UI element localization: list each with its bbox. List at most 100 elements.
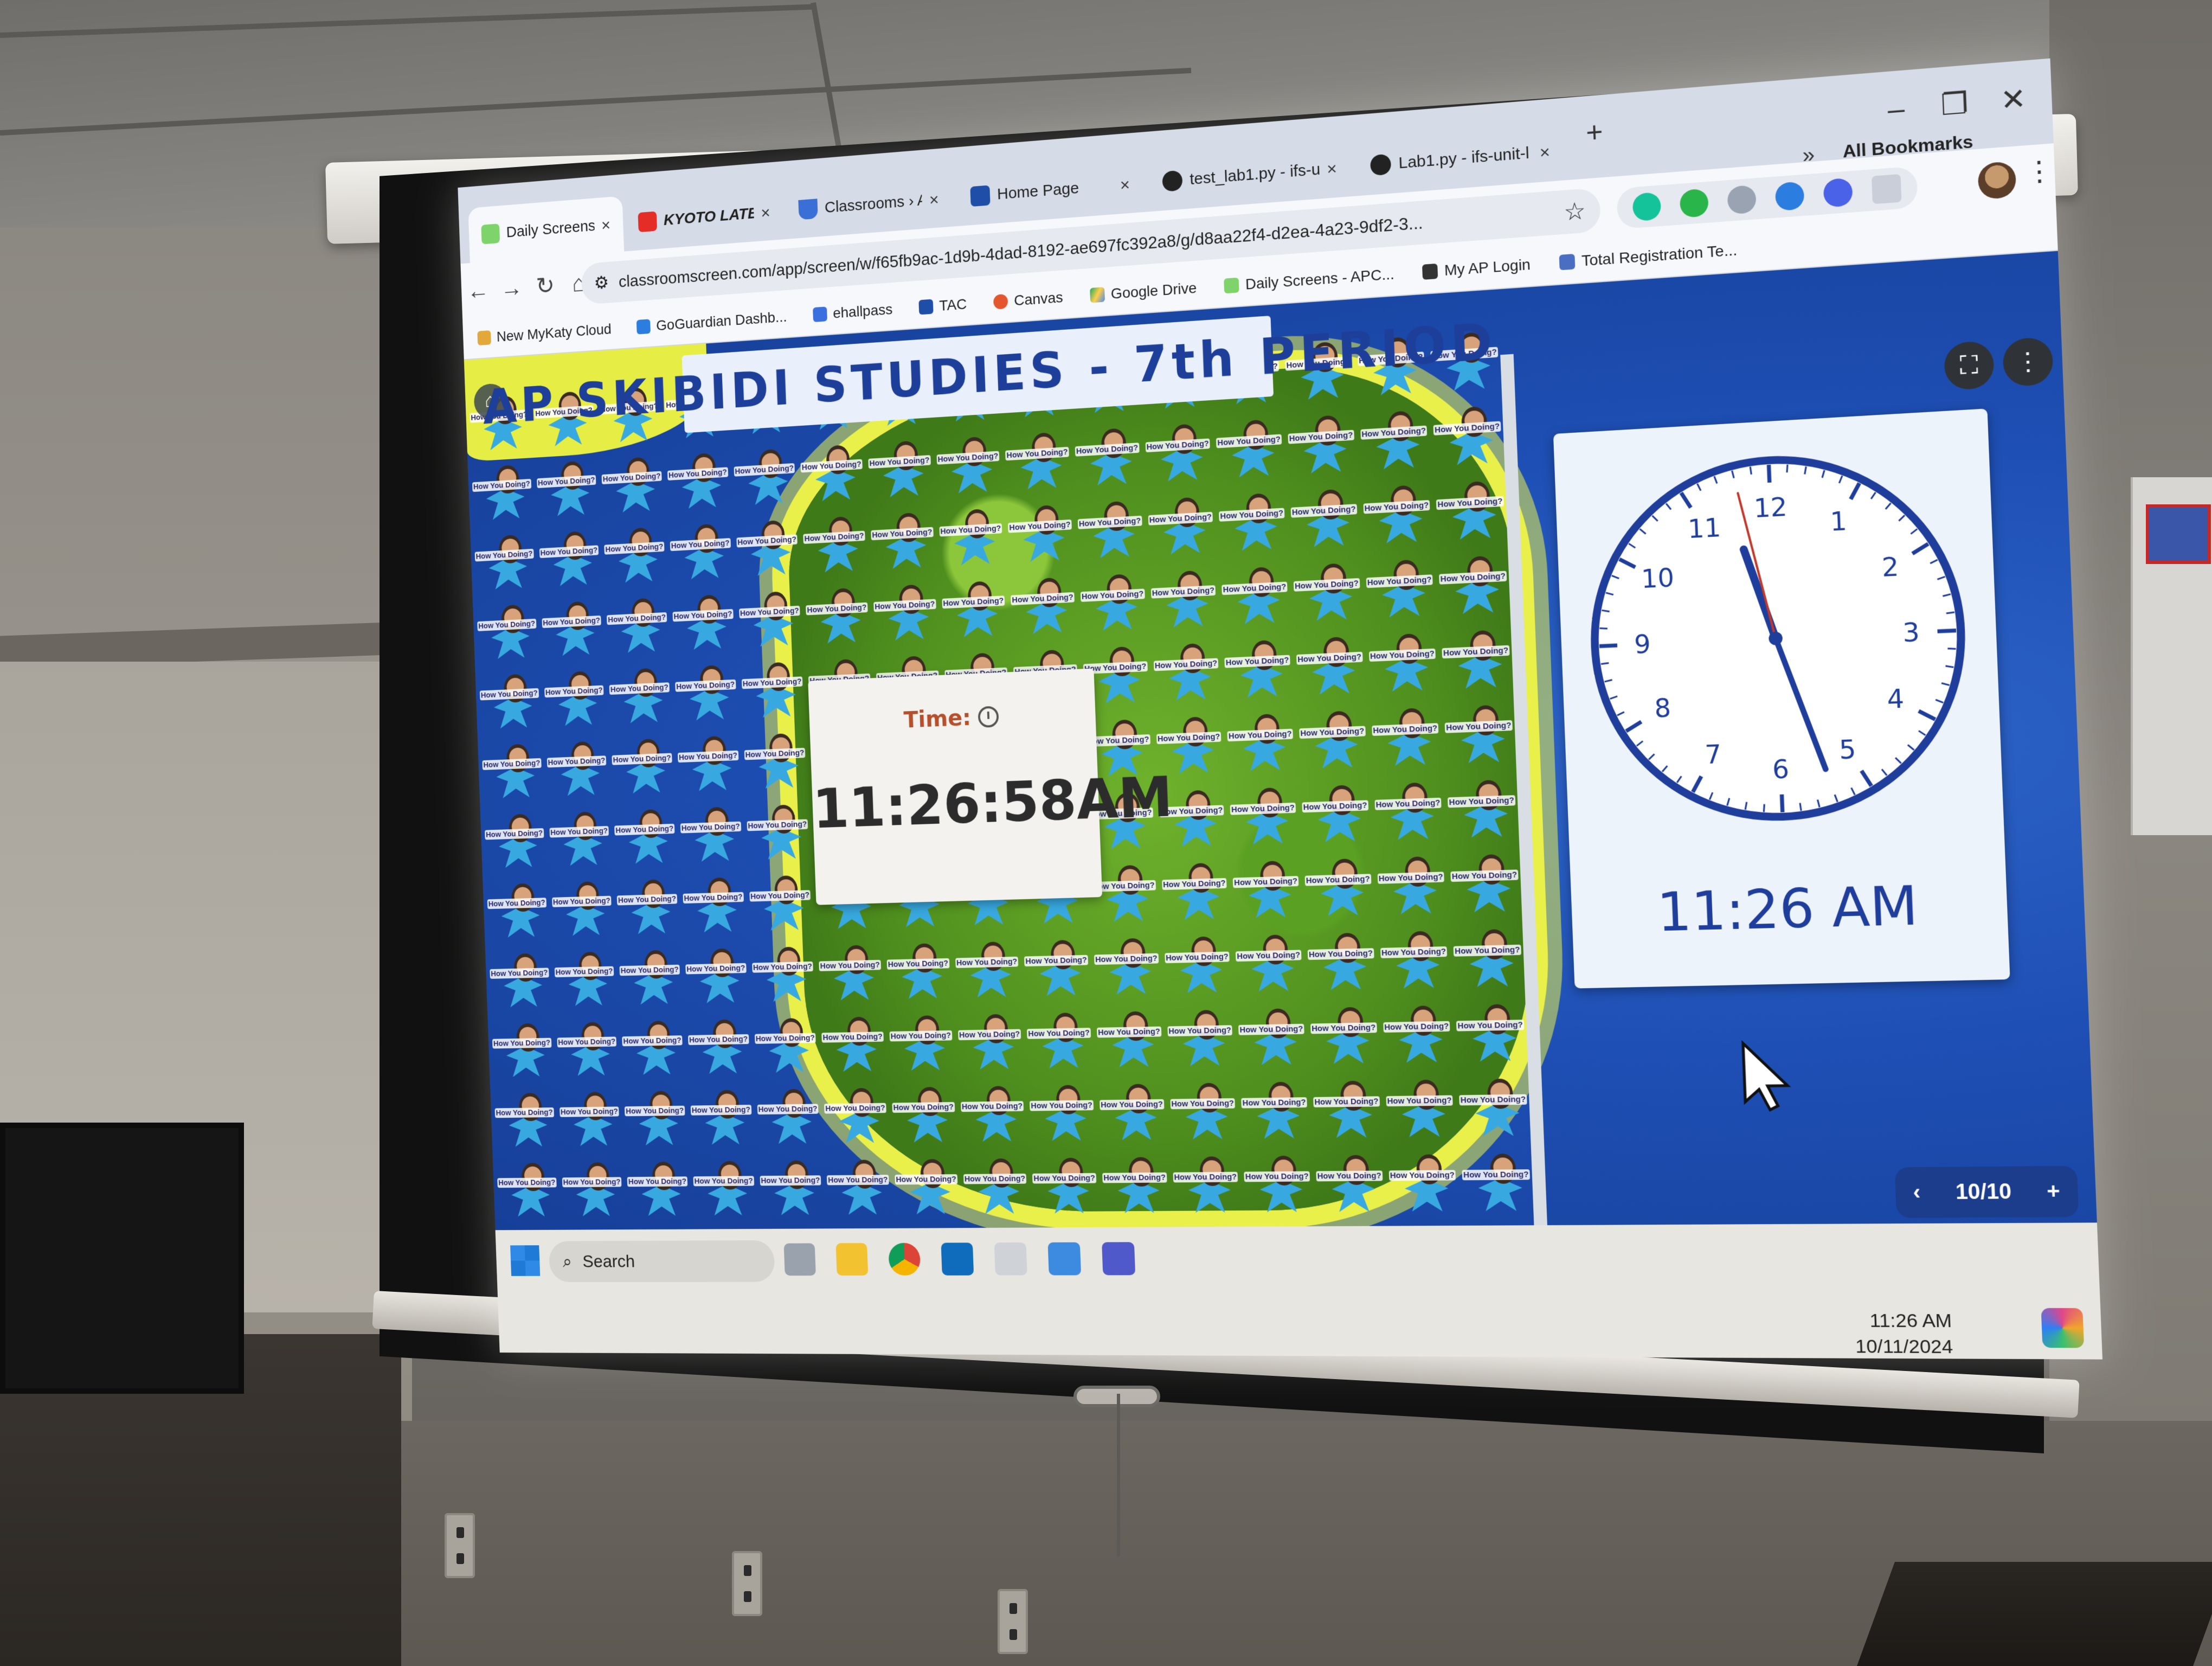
windows-start-icon[interactable] (510, 1245, 541, 1276)
sticker-face (581, 1022, 605, 1050)
puzzle-icon[interactable] (1871, 174, 1902, 204)
sticker-text: How You Doing? (734, 463, 795, 477)
system-clock[interactable]: 11:26 AM 10/11/2024 (1854, 1308, 1953, 1360)
task-view-icon[interactable] (783, 1243, 816, 1276)
clock-number: 2 (1881, 552, 1900, 583)
close-icon[interactable]: × (601, 215, 611, 235)
bookmark-daily-screens[interactable]: Daily Screens - APC... (1224, 266, 1394, 295)
sticker-text: How You Doing? (487, 898, 546, 909)
tac-icon (918, 299, 934, 315)
restore-button[interactable]: ❐ (1933, 86, 1976, 123)
sticker-face (697, 594, 722, 624)
sticker-face (634, 668, 658, 698)
sticker-face (506, 744, 530, 773)
sticker-body (1475, 1103, 1520, 1137)
outlook-icon[interactable] (941, 1242, 974, 1276)
sticker-text: How You Doing? (546, 755, 607, 768)
close-icon[interactable]: × (761, 203, 770, 223)
previous-screen-button[interactable]: ‹ (1913, 1181, 1921, 1205)
timer-icon[interactable] (978, 706, 999, 728)
total-registration-icon (1559, 253, 1576, 271)
how-you-doing-sticker: How You Doing? (682, 873, 748, 943)
clock-number: 8 (1654, 694, 1672, 724)
shield-icon[interactable] (1727, 184, 1757, 215)
taskbar-apps (783, 1242, 1136, 1276)
how-you-doing-sticker: How You Doing? (627, 1157, 692, 1225)
sticker-face (498, 534, 522, 564)
how-you-doing-sticker: How You Doing? (759, 1156, 826, 1225)
new-tab-button[interactable]: + (1574, 115, 1615, 151)
sticker-face (631, 598, 655, 627)
sticker-body (681, 476, 722, 509)
bookmark-star-icon[interactable]: ☆ (1563, 197, 1586, 227)
sticker-body (571, 1045, 610, 1076)
browser-menu-icon[interactable]: ⋮ (2024, 155, 2054, 188)
how-you-doing-sticker: How You Doing? (614, 804, 679, 874)
file-explorer-icon[interactable] (835, 1243, 869, 1276)
close-icon[interactable]: × (1120, 175, 1130, 195)
how-you-doing-sticker: How You Doing? (489, 949, 553, 1017)
sticker-body (697, 900, 738, 932)
forward-icon[interactable]: → (494, 273, 529, 303)
bookmark-mykaty[interactable]: New MyKaty Cloud (477, 321, 612, 346)
bookmark-canvas[interactable]: Canvas (993, 289, 1064, 311)
time-widget[interactable]: Time: 11:26:58AM (808, 668, 1174, 905)
sticker-text: How You Doing? (760, 1175, 821, 1186)
sticker-text: How You Doing? (625, 1105, 685, 1117)
folder-icon (477, 330, 491, 346)
sticker-face (511, 883, 535, 912)
bookmark-total-registration[interactable]: Total Registration Te... (1559, 241, 1738, 272)
sticker-face (504, 674, 527, 703)
bookmark-tac[interactable]: TAC (918, 296, 967, 316)
minimize-button[interactable]: – (1875, 91, 1917, 127)
sticker-body (553, 554, 593, 586)
sticker-face (692, 453, 716, 483)
close-icon[interactable]: × (1539, 142, 1551, 163)
close-icon[interactable]: × (1327, 158, 1338, 179)
thonny-icon[interactable] (994, 1242, 1027, 1276)
sparkle-icon[interactable] (1823, 177, 1853, 208)
chrome-icon[interactable] (888, 1242, 921, 1276)
goguardian-icon (636, 319, 651, 335)
how-you-doing-sticker: How You Doing? (549, 807, 613, 876)
classroomscreen-icon (1224, 277, 1239, 294)
shield-check-icon[interactable] (1679, 188, 1709, 219)
bookmark-google-drive[interactable]: Google Drive (1090, 279, 1197, 304)
clock-number: 4 (1886, 684, 1905, 715)
how-you-doing-sticker: How You Doing? (679, 802, 745, 872)
tab-label: Classrooms › Activ (824, 191, 923, 216)
how-you-doing-sticker: How You Doing? (611, 734, 676, 803)
poster-logo (2146, 504, 2211, 564)
sticker-text: How You Doing? (667, 467, 728, 481)
sticker-body (509, 1116, 548, 1146)
sticker-body (689, 688, 730, 721)
back-icon[interactable]: ← (461, 275, 495, 305)
reload-icon[interactable]: ↻ (528, 271, 563, 300)
how-you-doing-sticker: How You Doing? (554, 947, 618, 1016)
time-label: Time: (903, 704, 972, 733)
add-screen-button[interactable]: + (2046, 1180, 2060, 1204)
notepad-icon[interactable] (1047, 1242, 1082, 1276)
sticker-body (763, 899, 804, 931)
taskbar-search[interactable]: ⌕ Search (548, 1240, 775, 1283)
student-desk (1857, 1562, 2212, 1666)
close-icon[interactable]: × (929, 189, 939, 209)
goguardian-icon[interactable] (1774, 181, 1805, 212)
more-options-button[interactable]: ⋮ (2002, 336, 2054, 387)
teams-icon[interactable] (1102, 1242, 1136, 1276)
bookmark-goguardian[interactable]: GoGuardian Dashb... (636, 309, 787, 336)
sticker-text: How You Doing? (614, 823, 675, 836)
bookmark-ehallpass[interactable]: ehallpass (812, 301, 893, 323)
sticker-face (513, 953, 537, 982)
grammarly-icon[interactable] (1632, 191, 1662, 222)
sticker-body (486, 488, 525, 521)
clock-widget[interactable]: 12 1 2 3 4 5 6 7 8 9 10 11 11:26 AM (1553, 408, 2010, 989)
projected-display-wrap: Daily Screens - Ne × KYOTO LATE NIGI × C… (396, 58, 2103, 1383)
sticker-text: How You Doing? (559, 1106, 620, 1118)
sticker-text: How You Doing? (490, 967, 549, 979)
bookmark-my-ap-login[interactable]: My AP Login (1422, 256, 1531, 281)
fullscreen-button[interactable]: ⛶ (1943, 340, 1995, 391)
site-settings-icon[interactable]: ⚙ (594, 272, 609, 294)
copilot-icon[interactable] (2041, 1308, 2085, 1348)
close-window-button[interactable]: ✕ (1992, 81, 2035, 118)
